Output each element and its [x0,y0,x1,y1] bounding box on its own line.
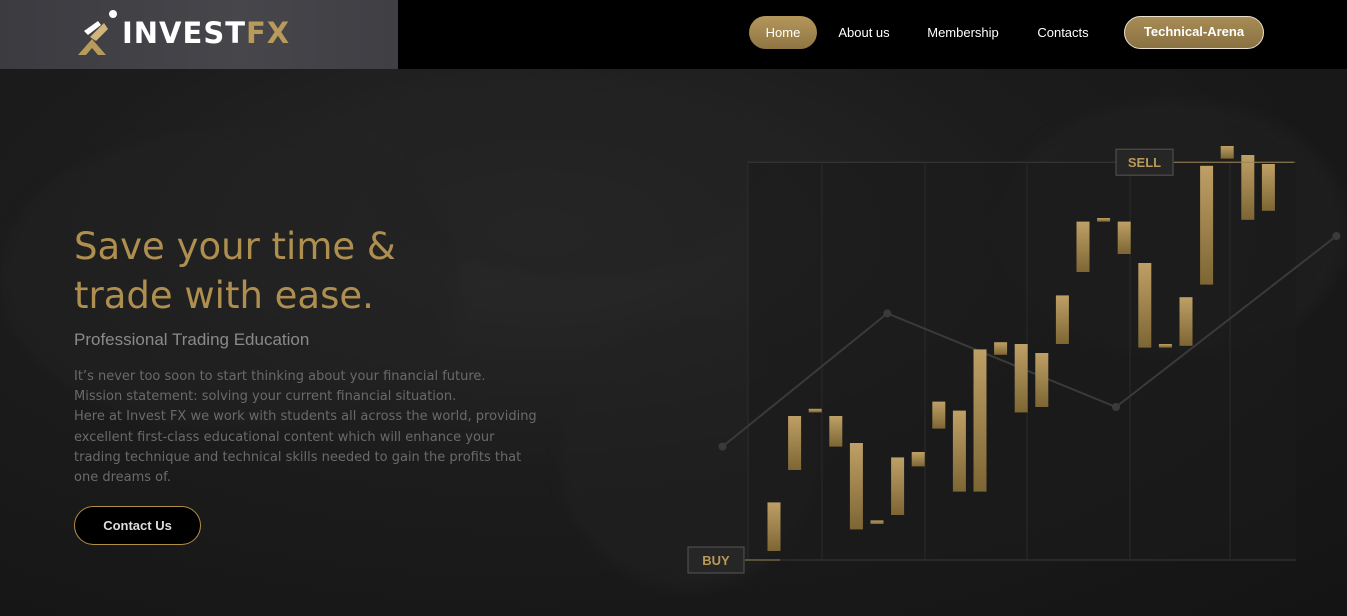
nav-technical-arena[interactable]: Technical-Arena [1124,16,1264,49]
hero-title: Save your time & trade with ease. [74,222,494,320]
candle [952,410,966,492]
candle [973,349,987,492]
candle [1261,164,1275,211]
description-line: excellent first-class educational conten… [74,429,495,445]
candle [1220,146,1234,159]
candle [1241,155,1255,220]
candle [767,502,781,551]
trend-point [883,309,892,318]
nav-about-us[interactable]: About us [830,16,898,49]
main-nav: Home About us Membership Contacts Techni… [0,0,1347,69]
candle [1097,218,1111,222]
description-line: It’s never too soon to start thinking ab… [74,369,486,384]
candle [829,416,843,447]
candle [1179,297,1193,346]
description-line: one dreams of. [74,470,171,486]
hero-title-line: Save your time & [74,225,396,268]
candlestick-chart: SELL BUY [687,146,1341,574]
candle [870,520,884,524]
candle [1076,221,1090,272]
nav-home[interactable]: Home [749,16,817,49]
trend-point [1111,403,1120,411]
candle [1158,344,1172,348]
trend-point [718,442,727,451]
description-line: Here at Invest FX we work with students … [74,409,537,425]
candle [891,457,905,515]
trend-point [1332,232,1341,240]
candle [1014,344,1028,413]
hero-description: It’s never too soon to start thinking ab… [74,367,544,488]
nav-membership[interactable]: Membership [918,16,1008,49]
candle [994,342,1008,355]
sell-label: SELL [1128,155,1161,170]
nav-contacts[interactable]: Contacts [1028,16,1098,49]
candle [1055,295,1069,344]
candle [788,416,802,470]
description-line: Mission statement: solving your current … [74,389,457,405]
candle [1117,221,1131,254]
candle [1138,263,1152,348]
hero-subtitle: Professional Trading Education [74,330,310,349]
candle [1035,353,1049,407]
candle [1200,165,1214,285]
hero-title-line: trade with ease. [74,274,374,317]
candle [808,408,822,413]
candle [911,452,925,467]
buy-label: BUY [702,553,730,568]
site-header: INVESTFX Home About us Membership Contac… [0,0,1347,69]
contact-us-button[interactable]: Contact Us [74,506,201,545]
description-line: trading technique and technical skills n… [74,449,522,465]
candle [932,401,946,429]
candle [849,443,863,530]
